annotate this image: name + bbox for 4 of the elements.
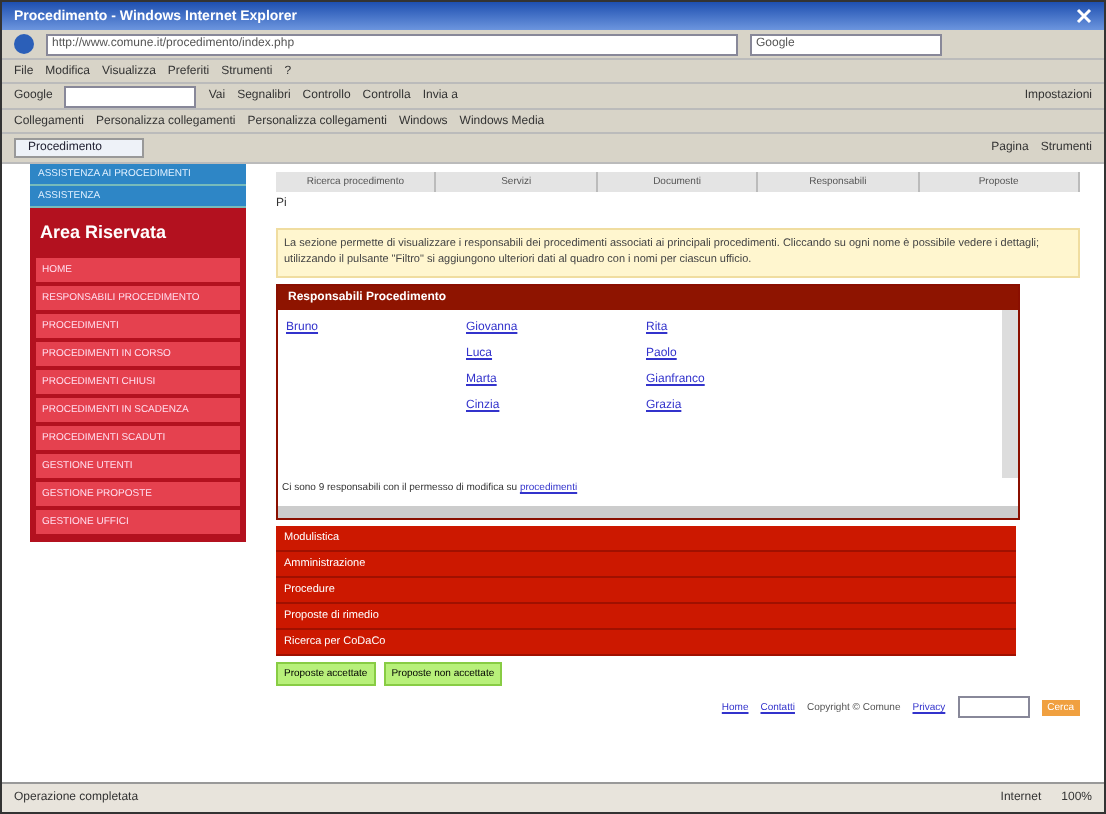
google-search-field[interactable] xyxy=(64,85,197,107)
sidebar-title: Area Riservata xyxy=(38,220,169,246)
footer-search-field[interactable] xyxy=(957,696,1030,719)
close-icon[interactable] xyxy=(1076,8,1092,24)
